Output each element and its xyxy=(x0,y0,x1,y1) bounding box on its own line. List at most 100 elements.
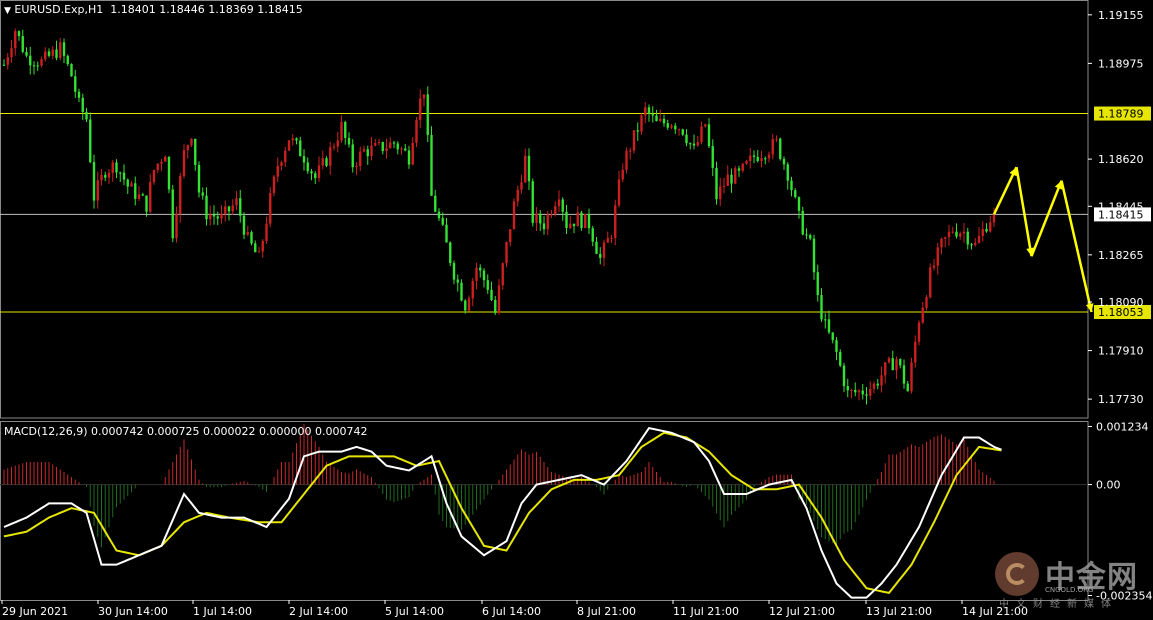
y-tick-label: 1.18265 xyxy=(1098,249,1144,262)
candle-body xyxy=(959,233,962,237)
candle-body xyxy=(674,125,677,130)
candle-body xyxy=(115,162,118,173)
candle-body xyxy=(190,138,193,146)
candle-body xyxy=(902,365,906,384)
candle-body xyxy=(400,148,403,150)
candle-body xyxy=(47,51,51,56)
candle-body xyxy=(524,155,527,183)
candle-body xyxy=(81,97,84,112)
candle-body xyxy=(100,174,103,181)
candle-body xyxy=(775,138,778,140)
candle-body xyxy=(96,180,99,201)
candle-body xyxy=(70,64,73,77)
candle-body xyxy=(145,195,148,212)
candle-body xyxy=(220,213,223,219)
candle-body xyxy=(910,362,913,392)
candle-body xyxy=(689,143,692,145)
x-tick-label: 11 Jul 21:00 xyxy=(673,605,739,618)
candle-body xyxy=(321,158,324,166)
candle-body xyxy=(239,198,242,216)
candle-body xyxy=(426,94,429,135)
candle-body xyxy=(287,140,291,151)
candle-body xyxy=(92,162,96,201)
candle-body xyxy=(344,122,347,138)
candle-body xyxy=(745,160,748,164)
candle-body xyxy=(865,394,868,396)
candle-body xyxy=(59,42,62,59)
candle-body xyxy=(666,123,669,128)
candle-body xyxy=(347,137,351,145)
candle-body xyxy=(482,270,486,281)
candle-body xyxy=(610,237,613,239)
candle-body xyxy=(760,158,763,161)
watermark: 中金网 CNGOLD.ORG 中文财经新媒体 xyxy=(995,548,1145,610)
candle-body xyxy=(66,55,69,65)
candle-body xyxy=(392,142,396,144)
candle-body xyxy=(160,161,163,164)
candle-body xyxy=(884,362,887,376)
candle-body xyxy=(535,213,538,223)
candle-body xyxy=(640,115,643,132)
candle-body xyxy=(655,115,658,122)
candle-body xyxy=(107,172,111,178)
level-label: 1.18789 xyxy=(1098,108,1144,121)
candle-body xyxy=(944,237,947,239)
candle-body xyxy=(152,169,156,183)
candle-body xyxy=(509,229,512,243)
mt4-chart[interactable]: 1.187891.184151.180531.191551.189751.186… xyxy=(0,0,1153,620)
candle-body xyxy=(794,190,797,198)
candle-body xyxy=(370,145,373,157)
candle-body xyxy=(557,199,561,207)
candle-body xyxy=(599,253,602,258)
candle-body xyxy=(670,125,673,128)
candle-body xyxy=(786,164,789,181)
candle-body xyxy=(437,211,441,219)
candle-body xyxy=(89,119,92,163)
candle-body xyxy=(591,228,594,242)
candle-body xyxy=(891,358,894,371)
candle-body xyxy=(396,143,399,150)
candle-body xyxy=(441,218,444,225)
candle-body xyxy=(572,223,576,227)
candle-body xyxy=(471,280,474,299)
candle-body xyxy=(130,183,133,187)
y-tick-label: 1.18445 xyxy=(1098,200,1144,213)
candle-body xyxy=(719,186,722,200)
candle-body xyxy=(951,231,954,233)
candle-body xyxy=(265,223,268,241)
candle-body xyxy=(940,238,943,248)
candle-body xyxy=(201,192,204,196)
candle-body xyxy=(257,251,261,253)
candle-body xyxy=(21,36,24,52)
y-tick-label: 1.17730 xyxy=(1098,393,1144,406)
candle-body xyxy=(85,111,88,120)
ohlc-values: 1.18401 1.18446 1.18369 1.18415 xyxy=(110,3,303,16)
candle-body xyxy=(246,232,249,235)
candle-body xyxy=(749,155,752,161)
y-tick-label: 1.18975 xyxy=(1098,57,1144,70)
candle-body xyxy=(389,142,392,149)
candle-body xyxy=(355,166,358,168)
candle-body xyxy=(606,238,609,243)
candle-body xyxy=(377,142,381,144)
candle-body xyxy=(77,91,81,98)
candle-body xyxy=(992,214,996,223)
candle-body xyxy=(29,55,32,66)
candle-body xyxy=(134,183,137,199)
candle-body xyxy=(302,156,306,163)
collapse-arrow-icon[interactable]: ▼ xyxy=(4,6,11,16)
candle-body xyxy=(846,386,849,391)
candle-body xyxy=(974,242,977,245)
candle-body xyxy=(797,197,801,211)
candle-body xyxy=(932,265,936,268)
candle-body xyxy=(381,142,384,152)
candle-body xyxy=(497,285,501,313)
candle-body xyxy=(141,194,144,196)
candle-body xyxy=(569,223,572,229)
candle-body xyxy=(554,206,557,215)
macd-y-tick-label: 0.001234 xyxy=(1096,420,1149,433)
candle-body xyxy=(580,212,583,229)
candle-body xyxy=(10,48,13,58)
candle-body xyxy=(2,64,6,66)
x-tick-label: 1 Jul 14:00 xyxy=(193,605,252,618)
